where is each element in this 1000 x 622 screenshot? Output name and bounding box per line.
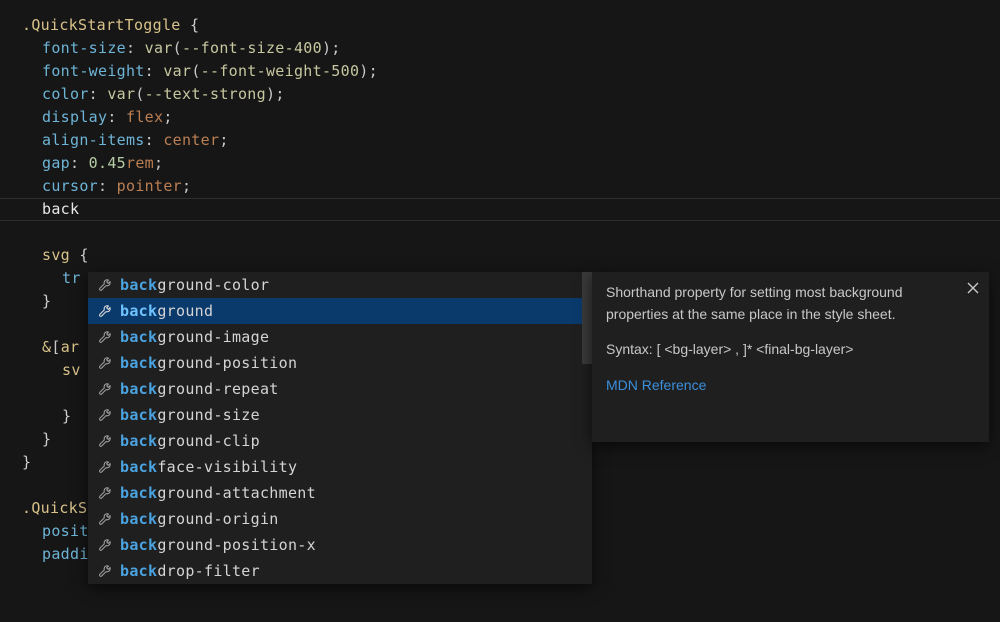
suggest-item-label: backface-visibility	[120, 458, 297, 476]
code-line[interactable]: cursor: pointer;	[0, 175, 1000, 198]
suggest-scrollbar-thumb[interactable]	[582, 272, 592, 364]
suggest-item-label: background-size	[120, 406, 260, 424]
wrench-icon	[98, 304, 112, 318]
suggest-scrollbar[interactable]	[582, 272, 592, 584]
wrench-icon	[98, 486, 112, 500]
suggest-item[interactable]: background-position-x	[88, 532, 592, 558]
wrench-icon	[98, 382, 112, 396]
code-line[interactable]: font-size: var(--font-size-400);	[0, 37, 1000, 60]
mdn-reference-link[interactable]: MDN Reference	[606, 377, 706, 393]
suggest-item[interactable]: background-image	[88, 324, 592, 350]
suggest-item[interactable]: background	[88, 298, 592, 324]
close-icon[interactable]	[963, 278, 983, 298]
suggest-item-label: backdrop-filter	[120, 562, 260, 580]
suggestion-docs: Shorthand property for setting most back…	[592, 272, 989, 442]
wrench-icon	[98, 330, 112, 344]
suggest-item-label: background-repeat	[120, 380, 279, 398]
code-line[interactable]	[0, 221, 1000, 244]
suggest-item-label: background	[120, 302, 213, 320]
autocomplete-popup[interactable]: background-color background background-ima…	[88, 272, 592, 584]
suggest-item[interactable]: backdrop-filter	[88, 558, 592, 584]
code-line[interactable]: align-items: center;	[0, 129, 1000, 152]
code-line[interactable]: .QuickStartToggle {	[0, 14, 1000, 37]
suggest-item[interactable]: background-clip	[88, 428, 592, 454]
suggest-item[interactable]: background-repeat	[88, 376, 592, 402]
suggest-item[interactable]: background-color	[88, 272, 592, 298]
suggest-item[interactable]: background-position	[88, 350, 592, 376]
code-line[interactable]: color: var(--text-strong);	[0, 83, 1000, 106]
code-line[interactable]: display: flex;	[0, 106, 1000, 129]
docs-syntax: Syntax: [ <bg-layer> , ]* <final-bg-laye…	[606, 339, 961, 361]
suggest-item-label: background-position	[120, 354, 297, 372]
css-selector: .QuickStartToggle	[22, 16, 181, 34]
docs-description: Shorthand property for setting most back…	[606, 282, 961, 325]
wrench-icon	[98, 564, 112, 578]
code-line-typing[interactable]: back	[0, 198, 1000, 221]
suggest-item[interactable]: background-origin	[88, 506, 592, 532]
suggest-item-label: background-image	[120, 328, 269, 346]
suggest-item[interactable]: background-size	[88, 402, 592, 428]
suggest-item-label: background-color	[120, 276, 269, 294]
code-line[interactable]: font-weight: var(--font-weight-500);	[0, 60, 1000, 83]
suggest-item[interactable]: background-attachment	[88, 480, 592, 506]
suggest-item[interactable]: backface-visibility	[88, 454, 592, 480]
wrench-icon	[98, 408, 112, 422]
wrench-icon	[98, 434, 112, 448]
suggest-item-label: background-clip	[120, 432, 260, 450]
suggest-item-label: background-attachment	[120, 484, 316, 502]
wrench-icon	[98, 460, 112, 474]
suggest-item-label: background-origin	[120, 510, 279, 528]
code-line[interactable]: svg {	[0, 244, 1000, 267]
suggest-item-label: background-position-x	[120, 536, 316, 554]
wrench-icon	[98, 356, 112, 370]
wrench-icon	[98, 512, 112, 526]
wrench-icon	[98, 538, 112, 552]
code-line[interactable]: gap: 0.45rem;	[0, 152, 1000, 175]
wrench-icon	[98, 278, 112, 292]
typed-text: back	[42, 200, 79, 218]
